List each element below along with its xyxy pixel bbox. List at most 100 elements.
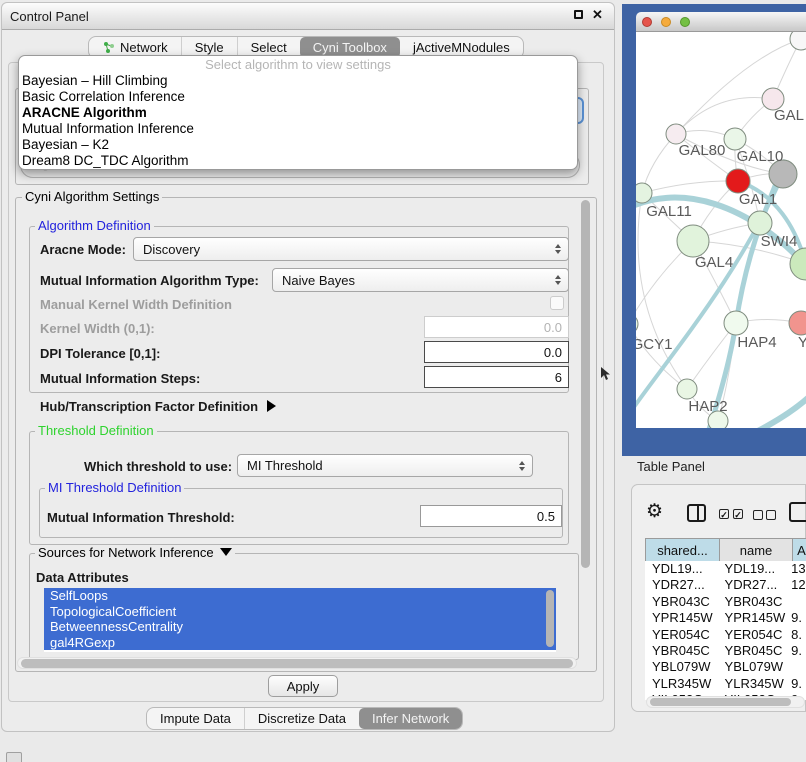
table-row[interactable]: YBL079WYBL079W [645,659,806,675]
apply-button[interactable]: Apply [268,675,338,697]
mi-steps-field[interactable]: 6 [424,366,569,388]
table-cell: YDL19... [645,561,718,577]
attribute-item-betweennesscentrality[interactable]: BetweennessCentrality [44,619,556,635]
network-node-y[interactable] [789,311,806,335]
dpi-tolerance-field[interactable]: 0.0 [424,341,569,363]
attributes-scrollbar[interactable] [546,590,554,647]
attribute-item-gal4rgexp[interactable]: gal4RGexp [44,635,556,651]
table-cell: 9. [789,643,806,659]
attribute-item-selfloops[interactable]: SelfLoops [44,588,556,604]
dropdown-item-mutual-information-inference[interactable]: Mutual Information Inference [19,121,577,137]
which-threshold-value: MI Threshold [238,458,514,473]
data-attributes-list[interactable]: SelfLoopsTopologicalCoefficientBetweenne… [44,588,556,652]
sources-group-title[interactable]: Sources for Network Inference [35,545,235,560]
network-node-gal11[interactable] [636,183,652,203]
table-row[interactable]: YBR043CYBR043C [645,594,806,610]
manual-kernel-checkbox[interactable] [550,296,564,310]
table-cell: 9. [789,610,806,626]
tab-impute-data[interactable]: Impute Data [147,708,244,729]
network-node-hap2[interactable] [677,379,697,399]
threshold-definition-title: Threshold Definition [35,423,157,438]
check-all-icon[interactable]: ✓ [719,509,729,519]
dropdown-item-bayesian-k2[interactable]: Bayesian – K2 [19,137,577,153]
table-cell [789,659,806,675]
algorithm-definition-title: Algorithm Definition [35,218,154,233]
tab-infer-network[interactable]: Infer Network [359,708,462,729]
mi-threshold-field[interactable]: 0.5 [420,505,562,527]
column-header-name[interactable]: name [719,538,793,563]
network-edge[interactable] [642,181,738,193]
settings-group-title: Cyni Algorithm Settings [22,189,162,204]
table-cell: YBR043C [718,594,790,610]
bottom-tabbar: Impute DataDiscretize Data Infer Network [146,707,463,730]
network-edge[interactable] [636,324,687,389]
network-node-gal80[interactable] [666,124,686,144]
kernel-width-field[interactable]: 0.0 [424,316,569,338]
check-all-icon[interactable]: ✓ [733,509,743,519]
table-cell: YPR145W [645,610,718,626]
table-cell: 9. [789,676,806,692]
close-icon[interactable]: ✕ [592,7,603,23]
tab-label: Infer Network [372,711,449,726]
node-label-gal4: GAL4 [695,254,733,271]
control-panel-title: Control Panel [10,3,89,30]
uncheck-all-icon[interactable] [753,510,763,520]
network-node-gal1[interactable] [726,169,750,193]
node-label-gal80: GAL80 [679,142,726,159]
node-label-hap2: HAP2 [688,398,727,415]
table-row[interactable]: YER054CYER054C8. [645,627,806,643]
aracne-mode-combo[interactable]: Discovery [133,237,569,261]
settings-hscroll-thumb[interactable] [21,659,573,668]
hub-definition-toggle[interactable]: Hub/Transcription Factor Definition [40,399,276,414]
dpi-tolerance-label: DPI Tolerance [0,1]: [40,346,160,361]
table-cell: YBR045C [718,643,790,659]
table-row[interactable]: YDR27...YDR27...12 [645,577,806,593]
table-row[interactable]: YLR345WYLR345W9. [645,676,806,692]
network-canvas[interactable]: GALGAL80GAL10GAL1GAL11SWI4GAL4HAP4YGCY1H… [636,32,806,428]
network-node-gcy1[interactable] [636,314,638,334]
table-row[interactable]: YDL19...YDL19...13 [645,561,806,577]
network-node-gal10[interactable] [724,128,746,150]
table-hscroll-thumb[interactable] [650,698,791,706]
corner-button[interactable] [6,752,22,762]
mouse-cursor [601,367,610,380]
dropdown-item-bayesian-hill-climbing[interactable]: Bayesian – Hill Climbing [19,73,577,89]
network-node-gal4[interactable] [677,225,709,257]
window-minimize-button[interactable] [661,17,671,27]
network-node[interactable] [790,32,806,50]
float-window-icon[interactable] [574,10,583,19]
combo-arrows-icon [550,244,565,254]
which-threshold-combo[interactable]: MI Threshold [237,454,533,477]
dropdown-item-aracne-algorithm[interactable]: ARACNE Algorithm [19,105,577,121]
uncheck-all-icon[interactable] [766,510,776,520]
which-threshold-label: Which threshold to use: [84,459,232,474]
column-header-shared[interactable]: shared... [645,538,720,563]
table-row[interactable]: YPR145WYPR145W9. [645,610,806,626]
manual-kernel-label: Manual Kernel Width Definition [40,297,232,312]
panel-icon[interactable] [789,502,806,522]
network-node-swi4[interactable] [748,211,772,235]
dropdown-prompt: Select algorithm to view settings [19,56,577,73]
network-node-hap4[interactable] [724,311,748,335]
combo-arrows-icon [514,461,529,471]
split-columns-icon[interactable] [687,504,706,522]
mi-type-combo[interactable]: Naive Bayes [272,268,569,292]
window-close-button[interactable] [642,17,652,27]
tab-discretize-data[interactable]: Discretize Data [244,708,359,729]
attribute-item-topologicalcoefficient[interactable]: TopologicalCoefficient [44,604,556,620]
dropdown-item-dream8-dc-tdc-algorithm[interactable]: Dream8 DC_TDC Algorithm [19,153,577,169]
dropdown-item-basic-correlation-inference[interactable]: Basic Correlation Inference [19,89,577,105]
table-cell: YLR345W [645,676,718,692]
table-row[interactable]: YBR045CYBR045C9. [645,643,806,659]
gear-icon[interactable]: ⚙ [646,500,663,523]
algorithm-dropdown-popup: Select algorithm to view settings Bayesi… [18,55,578,170]
collapsed-arrow-icon [267,400,276,412]
window-zoom-button[interactable] [680,17,690,27]
settings-vertical-scrollbar[interactable] [581,200,590,568]
control-panel-titlebar[interactable] [2,3,614,30]
column-header-a[interactable]: A [792,538,806,563]
network-edge[interactable] [638,193,687,389]
mi-type-label: Mutual Information Algorithm Type: [40,273,259,288]
table-cell: YBL079W [718,659,790,675]
network-edge[interactable] [676,97,773,134]
